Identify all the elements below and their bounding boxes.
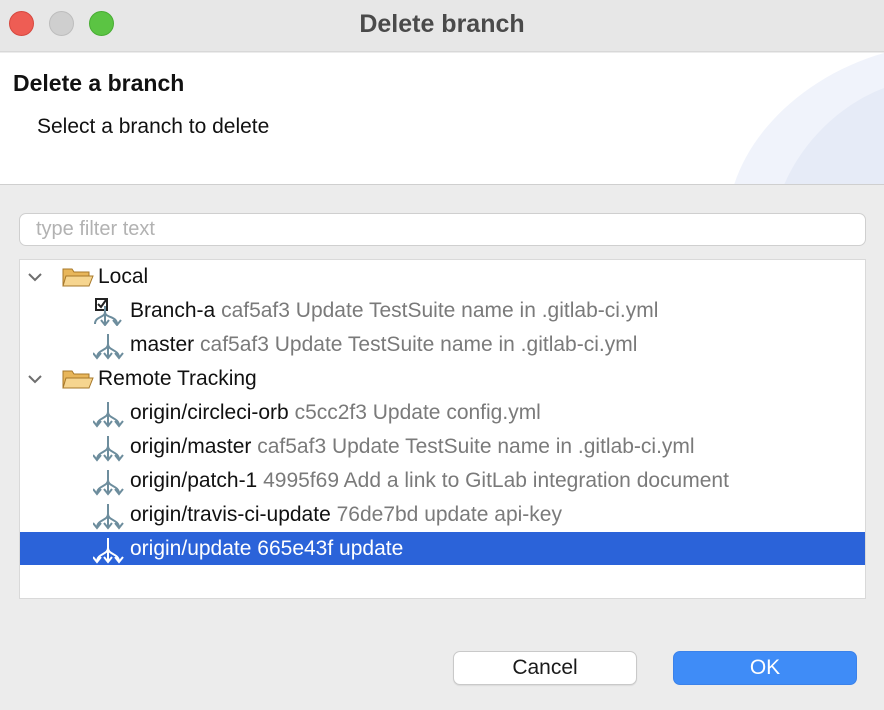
tree-group-label: Remote Tracking (98, 367, 257, 390)
tree-group-remote-tracking[interactable]: Remote Tracking (20, 362, 865, 395)
branch-label: origin/patch-1 4995f69 Add a link to Git… (130, 469, 729, 492)
chevron-down-icon[interactable] (26, 268, 44, 286)
open-folder-icon (62, 370, 94, 389)
branch-tree[interactable]: Local Branch-a caf5af3 Update TestSuite … (19, 259, 866, 599)
branch-checked-out-icon (94, 298, 122, 326)
branch-icon (93, 436, 124, 462)
commit-description: caf5af3 Update TestSuite name in .gitlab… (257, 435, 695, 458)
open-folder-icon (62, 268, 94, 287)
branch-icon (93, 504, 124, 530)
cancel-button[interactable]: Cancel (453, 651, 637, 685)
branch-icon (93, 470, 124, 496)
branch-icon (93, 402, 124, 428)
branch-row[interactable]: origin/circleci-orb c5cc2f3 Update confi… (20, 396, 865, 429)
tree-group-label: Local (98, 265, 149, 288)
branch-label: origin/update 665e43f update (130, 537, 404, 560)
title-bar: Delete branch (0, 0, 884, 52)
header-decoration-graphic (734, 53, 884, 184)
header-title: Delete a branch (13, 70, 185, 96)
branch-label: master caf5af3 Update TestSuite name in … (130, 333, 638, 356)
branch-row[interactable]: Branch-a caf5af3 Update TestSuite name i… (20, 294, 865, 327)
branch-icon (93, 334, 124, 360)
branch-row[interactable]: origin/master caf5af3 Update TestSuite n… (20, 430, 865, 463)
branch-label: origin/travis-ci-update 76de7bd update a… (130, 503, 562, 526)
commit-description: caf5af3 Update TestSuite name in .gitlab… (221, 299, 659, 322)
branch-row[interactable]: origin/travis-ci-update 76de7bd update a… (20, 498, 865, 531)
branch-row[interactable]: origin/patch-1 4995f69 Add a link to Git… (20, 464, 865, 497)
branch-row[interactable]: master caf5af3 Update TestSuite name in … (20, 328, 865, 361)
branch-row-selected[interactable]: origin/update 665e43f update (20, 532, 865, 565)
branch-label: Branch-a caf5af3 Update TestSuite name i… (130, 299, 659, 322)
commit-description: c5cc2f3 Update config.yml (294, 401, 541, 424)
commit-description: 4995f69 Add a link to GitLab integration… (263, 469, 729, 492)
commit-description: 665e43f update (257, 537, 404, 560)
header-subtitle: Select a branch to delete (37, 115, 270, 138)
branch-label: origin/master caf5af3 Update TestSuite n… (130, 435, 695, 458)
window-title: Delete branch (359, 10, 525, 38)
filter-input[interactable] (19, 213, 866, 246)
branch-label: origin/circleci-orb c5cc2f3 Update confi… (130, 401, 541, 424)
commit-description: 76de7bd update api-key (336, 503, 562, 526)
commit-description: caf5af3 Update TestSuite name in .gitlab… (200, 333, 638, 356)
chevron-down-icon[interactable] (26, 370, 44, 388)
tree-group-local[interactable]: Local (20, 260, 865, 293)
delete-branch-dialog: Delete branch Delete a branch Select a b… (0, 0, 884, 710)
branch-icon (93, 538, 124, 564)
ok-button[interactable]: OK (673, 651, 857, 685)
dialog-header: Delete a branch Select a branch to delet… (0, 53, 884, 185)
